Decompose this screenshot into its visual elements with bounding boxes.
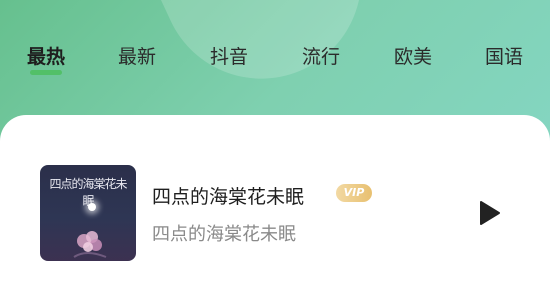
tab-pop-label: 流行 [301, 46, 340, 68]
tab-douyin-label: 抖音 [209, 46, 248, 68]
tab-mandarin[interactable]: 国语 [474, 38, 534, 78]
tab-hot-label: 最热 [26, 46, 65, 68]
tab-western[interactable]: 欧美 [383, 38, 443, 78]
tab-mandarin-label: 国语 [484, 46, 523, 68]
album-cover[interactable]: 四点的海棠花未眠 [40, 165, 136, 261]
tab-new[interactable]: 最新 [107, 38, 167, 78]
play-icon [480, 201, 500, 225]
category-tabs: 最热 最新 抖音 流行 欧美 国语 [0, 38, 550, 78]
vip-badge: VIP [336, 184, 372, 202]
moon-graphic [88, 203, 96, 211]
tab-pop[interactable]: 流行 [291, 38, 351, 78]
tab-western-label: 欧美 [393, 46, 432, 68]
tab-douyin[interactable]: 抖音 [199, 38, 259, 78]
tab-hot[interactable]: 最热 [16, 38, 76, 78]
play-button[interactable] [478, 200, 502, 226]
song-artist: 四点的海棠花未眠 [152, 224, 296, 245]
flower-graphic [73, 231, 107, 258]
active-tab-indicator [30, 70, 62, 75]
tab-new-label: 最新 [117, 46, 156, 68]
song-title[interactable]: 四点的海棠花未眠 [152, 182, 304, 209]
